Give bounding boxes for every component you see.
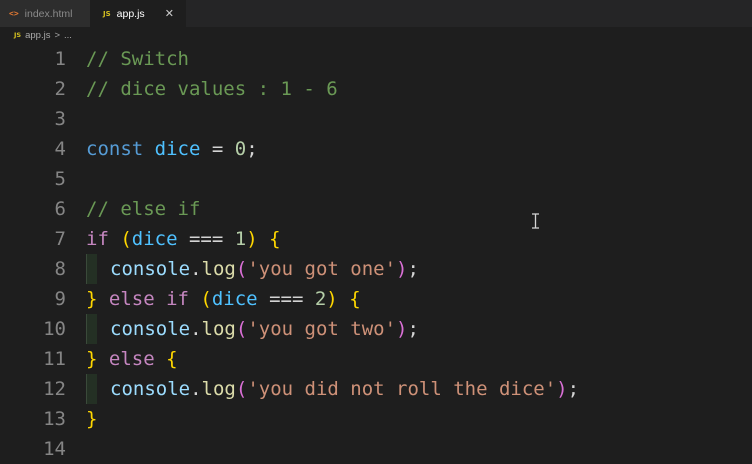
line-number: 14 — [43, 438, 66, 460]
code-token: console — [110, 258, 191, 280]
line-number: 2 — [54, 78, 66, 100]
code-token: else — [97, 348, 167, 370]
indent-guide — [86, 374, 97, 404]
code-token: dice — [131, 228, 178, 250]
code-text: } else if (dice === 2) { — [86, 284, 361, 314]
line-number: 9 — [54, 288, 66, 310]
code-token: { — [269, 228, 281, 250]
code-token: ) — [326, 288, 338, 310]
code-token: // dice values : 1 - 6 — [86, 78, 338, 100]
breadcrumb-file[interactable]: app.js — [25, 30, 50, 41]
code-text: const dice = 0; — [86, 134, 258, 164]
code-token: ( — [120, 228, 132, 250]
line-number: 4 — [54, 138, 66, 160]
code-token: . — [190, 378, 202, 400]
code-token: ) — [556, 378, 568, 400]
line-number: 6 — [54, 198, 66, 220]
code-token: ; — [246, 138, 258, 160]
code-token: ; — [407, 258, 419, 280]
code-text: console.log('you did not roll the dice')… — [110, 374, 579, 404]
code-token: 'you did not roll the dice' — [247, 378, 557, 400]
code-token: log — [201, 378, 236, 400]
code-token: log — [201, 318, 236, 340]
line-number: 1 — [54, 48, 66, 70]
code-text: if (dice === 1) { — [86, 224, 281, 254]
indent-guide — [86, 314, 97, 344]
code-text: console.log('you got one'); — [110, 254, 419, 284]
code-token: = — [200, 138, 235, 160]
tab-app-js[interactable]: JS app.js ✕ — [90, 0, 186, 27]
code-token: 'you got two' — [247, 318, 397, 340]
code-token: 1 — [234, 228, 247, 250]
code-token: console — [110, 378, 191, 400]
tab-index-html[interactable]: <> index.html — [0, 0, 90, 27]
code-token: ) — [246, 228, 258, 250]
code-text: // dice values : 1 - 6 — [86, 74, 338, 104]
code-token: === — [257, 288, 315, 310]
code-token: else if — [97, 288, 201, 310]
code-token: console — [110, 318, 191, 340]
js-file-icon: JS — [14, 31, 22, 39]
breadcrumb: JS app.js > ... — [14, 28, 72, 42]
breadcrumb-separator: > — [54, 29, 61, 41]
line-number: 3 — [54, 108, 66, 130]
code-token: { — [349, 288, 361, 310]
code-token: } — [86, 408, 98, 430]
code-token: ( — [235, 318, 248, 340]
code-token: ) — [396, 318, 408, 340]
code-token: { — [166, 348, 178, 370]
code-text: } else { — [86, 344, 178, 374]
code-editor[interactable]: 1 // Switch 2 // dice values : 1 - 6 3 4 const… — [0, 43, 752, 463]
code-token: dice — [154, 138, 201, 160]
indent-guide — [86, 254, 97, 284]
code-token: // else if — [86, 198, 201, 220]
html-file-icon: <> — [9, 9, 19, 18]
code-text: console.log('you got two'); — [110, 314, 419, 344]
code-token: . — [190, 318, 202, 340]
code-token: 'you got one' — [247, 258, 397, 280]
code-token: ( — [235, 378, 248, 400]
code-token: ( — [200, 288, 212, 310]
code-token: 2 — [314, 288, 327, 310]
close-icon[interactable]: ✕ — [165, 7, 174, 20]
js-file-icon: JS — [103, 9, 111, 18]
code-token: === — [177, 228, 235, 250]
code-text: } — [86, 404, 97, 434]
code-token: ) — [396, 258, 408, 280]
line-number: 7 — [54, 228, 66, 250]
code-text: // else if — [86, 194, 200, 224]
code-token: ( — [235, 258, 248, 280]
tab-bar: <> index.html JS app.js ✕ — [0, 0, 752, 27]
tab-label: index.html — [24, 7, 73, 20]
code-token: ; — [567, 378, 580, 400]
code-text: // Switch — [86, 44, 189, 74]
line-number: 5 — [54, 168, 66, 190]
line-number: 11 — [43, 348, 66, 370]
code-token: if — [86, 228, 121, 250]
line-number: 13 — [43, 408, 66, 430]
code-token: 0 — [234, 138, 247, 160]
code-token: . — [190, 258, 202, 280]
code-token: const — [86, 138, 155, 160]
code-token: dice — [211, 288, 258, 310]
code-token: log — [201, 258, 236, 280]
breadcrumb-rest[interactable]: ... — [64, 30, 72, 41]
code-token: } — [86, 288, 98, 310]
tab-label: app.js — [116, 7, 145, 20]
line-number: 12 — [43, 378, 66, 400]
code-token: // Switch — [86, 48, 189, 70]
line-number: 8 — [54, 258, 66, 280]
text-cursor-icon — [531, 213, 540, 229]
code-token: ; — [407, 318, 419, 340]
line-number: 10 — [43, 318, 66, 340]
code-token: } — [86, 348, 98, 370]
